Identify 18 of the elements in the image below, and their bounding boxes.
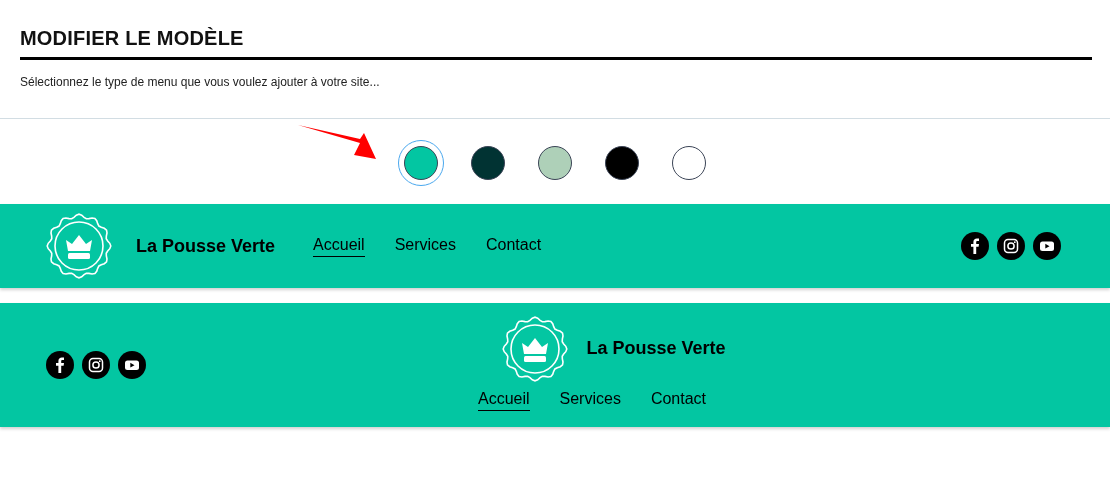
youtube-icon[interactable] xyxy=(1033,232,1061,260)
nav-link[interactable]: Accueil xyxy=(477,389,530,411)
facebook-icon[interactable] xyxy=(961,232,989,260)
crown-logo-icon xyxy=(46,213,112,279)
brand-name: La Pousse Verte xyxy=(136,235,276,257)
nav-link[interactable]: Contact xyxy=(486,235,542,257)
crown-logo-icon xyxy=(502,315,569,382)
instagram-icon[interactable] xyxy=(82,351,110,379)
page-title: MODIFIER LE MODÈLE xyxy=(20,26,245,50)
nav-link[interactable]: Contact xyxy=(650,389,707,411)
brand-name: La Pousse Verte xyxy=(586,338,726,359)
instagram-icon[interactable] xyxy=(997,232,1025,260)
facebook-icon[interactable] xyxy=(46,351,74,379)
description: Sélectionnez le type de menu que vous voulez ajouter à votre site... xyxy=(20,74,381,90)
nav-link[interactable]: Services xyxy=(394,235,456,257)
youtube-icon[interactable] xyxy=(118,351,146,379)
nav-link[interactable]: Services xyxy=(559,389,621,411)
nav-link[interactable]: Accueil xyxy=(313,235,365,257)
